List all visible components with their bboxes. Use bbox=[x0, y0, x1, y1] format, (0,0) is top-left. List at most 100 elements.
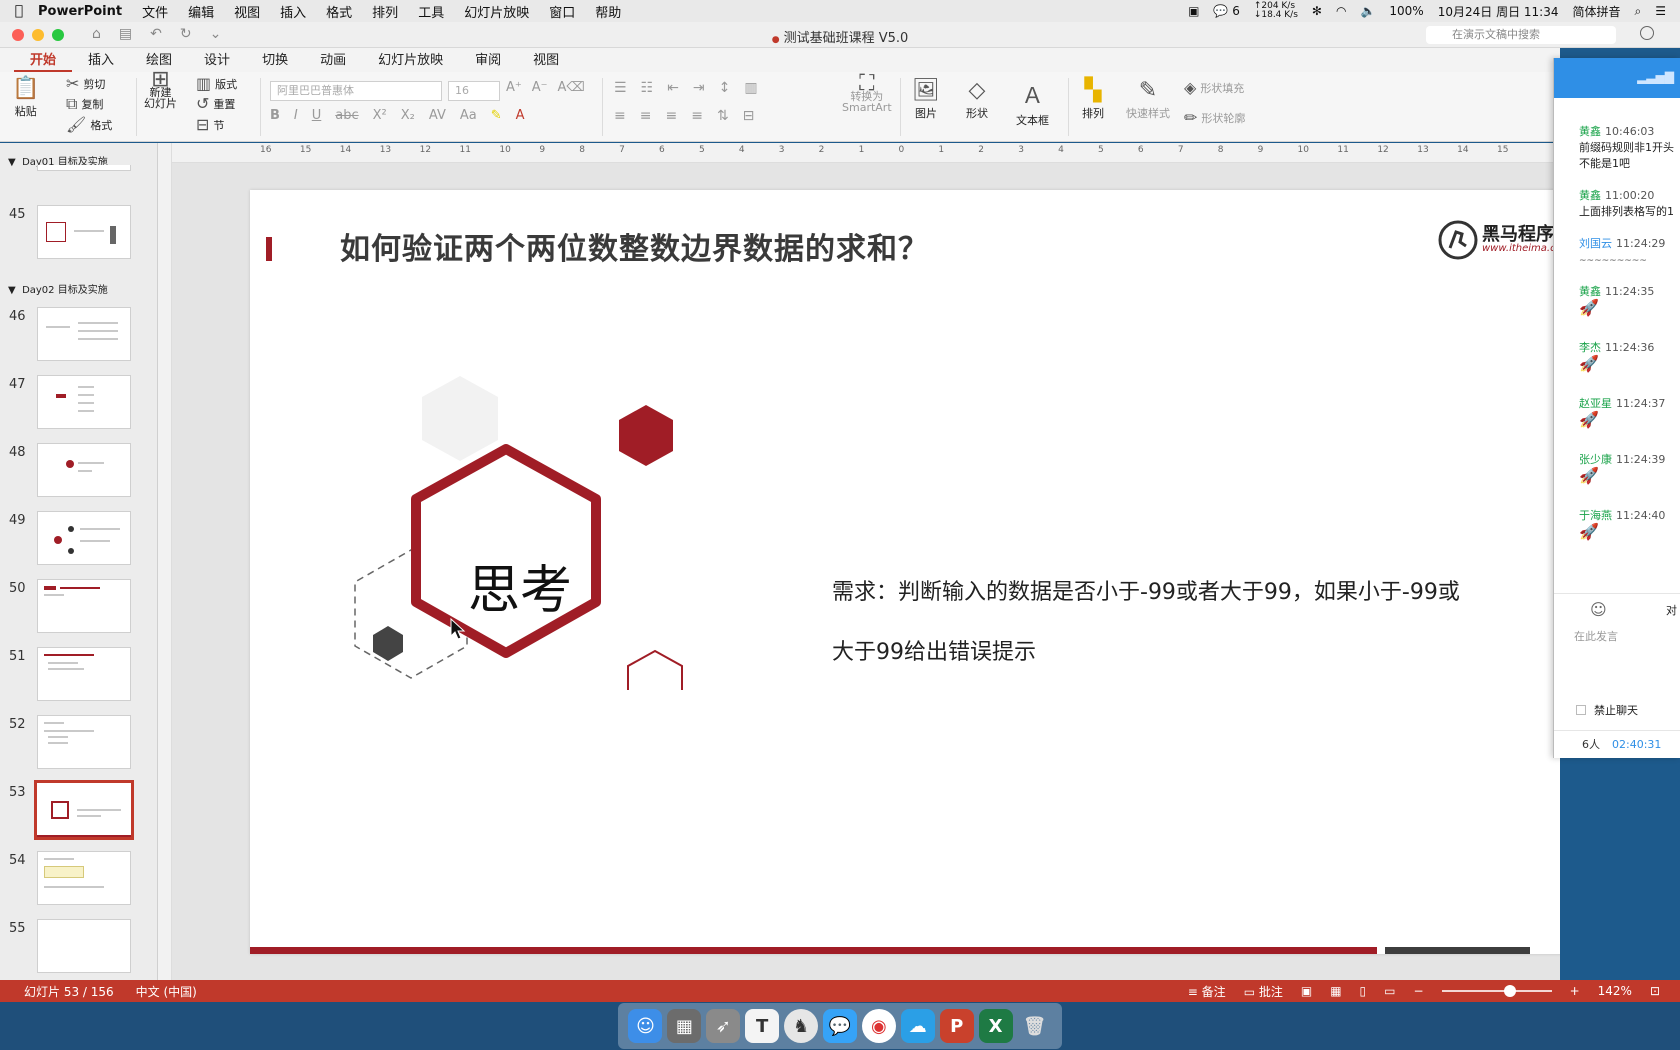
slide-thumbnail[interactable]: 48 bbox=[0, 443, 157, 501]
menu-edit[interactable]: 编辑 bbox=[188, 2, 214, 21]
tab-transitions[interactable]: 切换 bbox=[246, 50, 304, 72]
font-color-icon[interactable]: A bbox=[516, 108, 525, 123]
slide-thumbnail-partial[interactable] bbox=[37, 165, 131, 171]
arrange-button[interactable]: ▚ 排列 bbox=[1082, 78, 1104, 121]
bold-icon[interactable]: B bbox=[270, 108, 280, 123]
typora-icon[interactable]: T bbox=[745, 1009, 780, 1043]
zoom-slider-knob[interactable] bbox=[1503, 985, 1516, 997]
grow-font-icon[interactable]: A⁺ bbox=[506, 80, 522, 95]
justify-icon[interactable]: ≡ bbox=[691, 108, 703, 124]
control-center-icon[interactable]: ☰ bbox=[1655, 4, 1666, 18]
emoji-icon[interactable]: ☺ bbox=[1590, 600, 1607, 619]
spotlight-icon[interactable]: ⌕ bbox=[1635, 4, 1642, 19]
shape-fill-button[interactable]: ◈ 形状填充 bbox=[1184, 78, 1244, 97]
section-header-day02[interactable]: ▼ Day02 目标及实施 bbox=[8, 281, 108, 296]
italic-icon[interactable]: I bbox=[294, 108, 298, 123]
tab-home[interactable]: 开始 bbox=[14, 50, 73, 72]
shape-outline-button[interactable]: ✏ 形状轮廓 bbox=[1184, 108, 1245, 127]
tab-design[interactable]: 设计 bbox=[188, 50, 246, 72]
presenter-view-icon[interactable]: ▭ bbox=[1384, 984, 1395, 998]
tab-view[interactable]: 视图 bbox=[517, 50, 575, 72]
copy-button[interactable]: ⧉ 复制 bbox=[66, 94, 103, 114]
convert-smartart-button[interactable]: ⛶ 转换为 SmartArt bbox=[842, 73, 892, 114]
align-left-icon[interactable]: ≡ bbox=[614, 108, 626, 124]
slide-thumbnail[interactable]: 55 bbox=[0, 919, 157, 977]
cloud-app-icon[interactable]: ☁ bbox=[900, 1009, 935, 1043]
menu-window[interactable]: 窗口 bbox=[549, 2, 575, 21]
columns-icon[interactable]: ▥ bbox=[744, 80, 757, 96]
clock[interactable]: 10月24日 周日 11:34 bbox=[1438, 3, 1559, 20]
comments-button[interactable]: ▭ 批注 bbox=[1244, 983, 1283, 1000]
fit-window-icon[interactable]: ⊡ bbox=[1650, 984, 1660, 998]
textbox-button[interactable]: Ａ 文本框 bbox=[1016, 78, 1049, 128]
mute-chat-toggle[interactable]: 禁止聊天 bbox=[1576, 702, 1638, 718]
chat-tool-right[interactable]: 对 bbox=[1666, 602, 1677, 618]
powerpoint-icon[interactable]: P bbox=[939, 1009, 974, 1043]
clear-format-icon[interactable]: A⌫ bbox=[558, 80, 585, 95]
shape-button[interactable]: ◇ 形状 bbox=[966, 78, 988, 121]
char-spacing-icon[interactable]: AV bbox=[429, 108, 446, 123]
strikethrough-icon[interactable]: abc bbox=[335, 108, 358, 123]
volume-icon[interactable]: 🔈 bbox=[1360, 4, 1375, 18]
cut-button[interactable]: ✂ 剪切 bbox=[66, 74, 105, 93]
launchpad-icon[interactable]: ▦ bbox=[667, 1009, 702, 1043]
slide-thumbnail[interactable]: 50 bbox=[0, 579, 157, 637]
slide[interactable]: 如何验证两个两位数整数边界数据的求和？ 黑马程序 www.itheima.c 思… bbox=[250, 190, 1560, 954]
account-icon[interactable] bbox=[1640, 26, 1654, 40]
tab-insert[interactable]: 插入 bbox=[72, 50, 130, 72]
decrease-indent-icon[interactable]: ⇤ bbox=[667, 80, 679, 96]
underline-icon[interactable]: U bbox=[312, 108, 322, 123]
horse-app-icon[interactable]: ♞ bbox=[784, 1009, 819, 1043]
menu-slideshow[interactable]: 幻灯片放映 bbox=[464, 2, 529, 21]
battery-status[interactable]: 100% bbox=[1389, 4, 1423, 18]
checkbox[interactable] bbox=[1576, 705, 1586, 715]
bullets-icon[interactable]: ☰ bbox=[614, 80, 627, 96]
increase-indent-icon[interactable]: ⇥ bbox=[693, 80, 705, 96]
trash-icon[interactable]: 🗑 bbox=[1018, 1009, 1052, 1043]
slide-thumbnail[interactable]: 51 bbox=[0, 647, 157, 705]
chat-count[interactable]: 💬 6 bbox=[1213, 4, 1239, 18]
chat-app-icon[interactable]: 💬 bbox=[822, 1009, 857, 1043]
zoom-slider[interactable] bbox=[1441, 985, 1552, 997]
paste-button[interactable]: 📋 粘贴 bbox=[12, 76, 39, 119]
reset-button[interactable]: ↺ 重置 bbox=[196, 94, 235, 113]
menu-arrange[interactable]: 排列 bbox=[372, 2, 398, 21]
menu-insert[interactable]: 插入 bbox=[280, 2, 306, 21]
change-case-icon[interactable]: Aa bbox=[460, 108, 477, 123]
new-slide-button[interactable]: ⊞ 新建 幻灯片 bbox=[144, 69, 177, 110]
finder-icon[interactable]: ☺ bbox=[628, 1009, 663, 1043]
normal-view-icon[interactable]: ▣ bbox=[1301, 984, 1312, 998]
picture-button[interactable]: 🖼 图片 bbox=[912, 78, 940, 121]
zoom-in-icon[interactable]: + bbox=[1570, 984, 1580, 998]
language-status[interactable]: 中文 (中国) bbox=[136, 983, 197, 1000]
menu-file[interactable]: 文件 bbox=[142, 2, 168, 21]
wifi-icon[interactable]: ◠ bbox=[1336, 4, 1346, 18]
reading-view-icon[interactable]: ▯ bbox=[1360, 984, 1367, 998]
camera-icon[interactable]: ▣ bbox=[1188, 4, 1199, 18]
menu-format[interactable]: 格式 bbox=[326, 2, 352, 21]
notes-button[interactable]: ≡ 备注 bbox=[1188, 983, 1226, 1000]
layout-button[interactable]: ▥ 版式 bbox=[196, 74, 237, 93]
slide-thumbnail[interactable]: 52 bbox=[0, 715, 157, 773]
excel-icon[interactable]: X bbox=[978, 1009, 1013, 1043]
bluetooth-icon[interactable]: ✻ bbox=[1312, 4, 1322, 18]
slide-sorter-icon[interactable]: ▦ bbox=[1330, 984, 1341, 998]
slide-thumbnail[interactable]: 54 bbox=[0, 851, 157, 909]
tab-review[interactable]: 审阅 bbox=[459, 50, 517, 72]
zoom-out-icon[interactable]: − bbox=[1414, 984, 1424, 998]
slide-thumbnail[interactable]: 49 bbox=[0, 511, 157, 569]
think-label[interactable]: 思考 bbox=[468, 548, 572, 623]
menu-view[interactable]: 视图 bbox=[234, 2, 260, 21]
font-name-select[interactable]: 阿里巴巴普惠体 bbox=[270, 81, 442, 101]
document-search-input[interactable]: 在演示文稿中搜索 bbox=[1426, 26, 1616, 44]
slide-thumbnail[interactable]: 45 bbox=[0, 205, 157, 263]
slide-thumbnail[interactable]: 47 bbox=[0, 375, 157, 433]
apple-icon[interactable]:  bbox=[0, 3, 38, 19]
chat-input[interactable]: 在此发言 bbox=[1574, 628, 1618, 644]
align-center-icon[interactable]: ≡ bbox=[640, 108, 652, 124]
align-text-icon[interactable]: ⊟ bbox=[743, 108, 755, 124]
superscript-icon[interactable]: X² bbox=[373, 108, 387, 123]
line-spacing-icon[interactable]: ↕ bbox=[719, 80, 731, 96]
align-right-icon[interactable]: ≡ bbox=[665, 108, 677, 124]
menu-tools[interactable]: 工具 bbox=[418, 2, 444, 21]
